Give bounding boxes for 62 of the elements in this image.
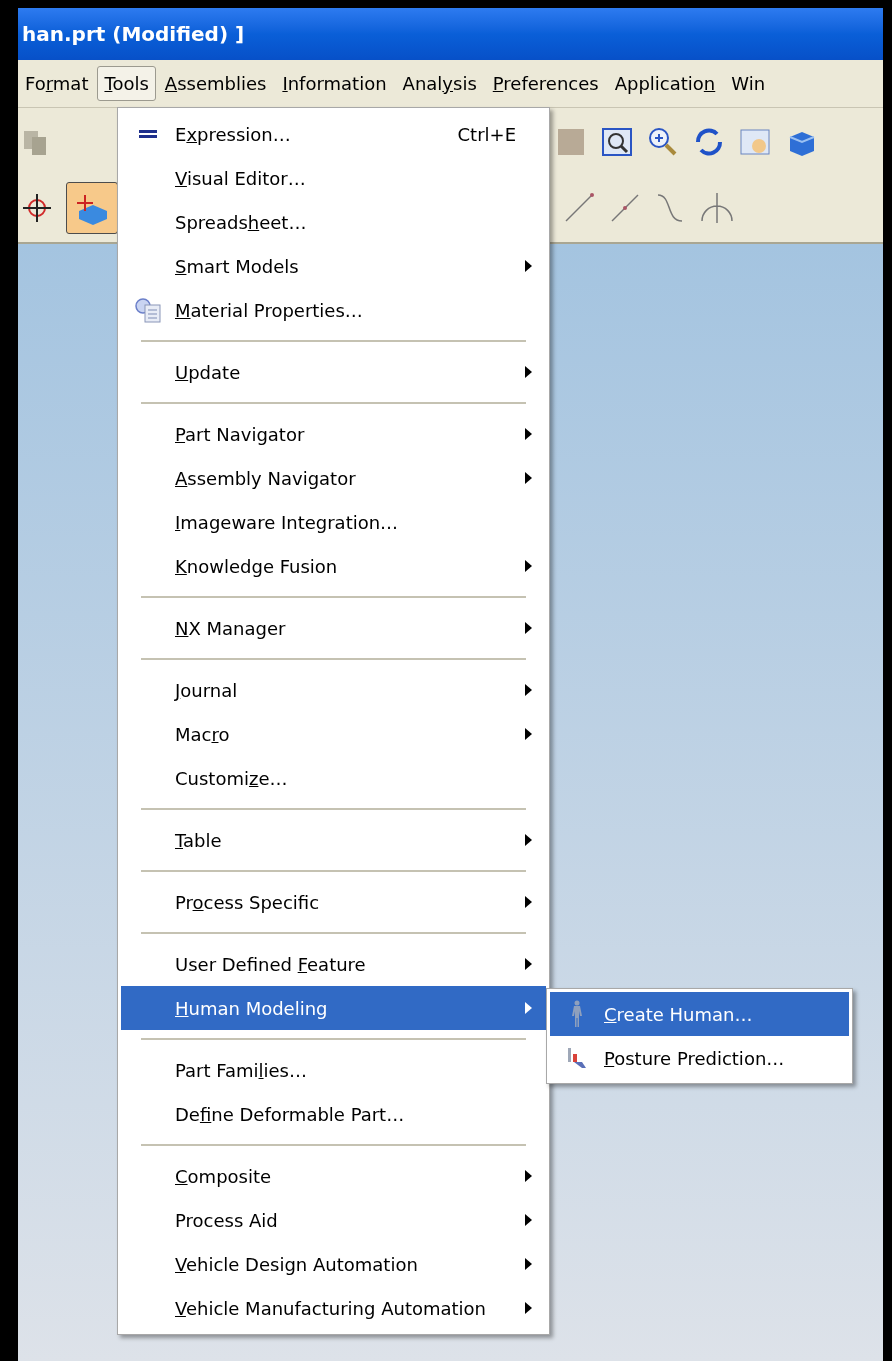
menu-item-label: Composite (175, 1164, 273, 1189)
menu-item-label: Process Specific (175, 890, 321, 915)
menu-item[interactable]: Posture Prediction… (550, 1036, 849, 1080)
menu-item-label: Update (175, 360, 242, 385)
menu-item-label: Material Properties… (175, 298, 364, 323)
menu-item-label: Macro (175, 722, 231, 747)
menu-item[interactable]: Part Families… (121, 1048, 546, 1092)
menu-item[interactable]: Imageware Integration… (121, 500, 546, 544)
menu-item[interactable]: User Defined Feature (121, 942, 546, 986)
menu-item[interactable]: Expression… Ctrl+E (121, 112, 546, 156)
menu-item[interactable]: NX Manager (121, 606, 546, 650)
menu-item-label: Vehicle Manufacturing Automation (175, 1296, 487, 1321)
menu-bar-item[interactable]: Preferences (485, 66, 606, 101)
menu-item[interactable]: Assembly Navigator (121, 456, 546, 500)
menu-item[interactable]: Vehicle Design Automation (121, 1242, 546, 1286)
menu-item-label: Assembly Navigator (175, 466, 357, 491)
menu-item-label: Vehicle Design Automation (175, 1252, 419, 1277)
menu-item-label: Posture Prediction… (604, 1046, 785, 1071)
menu-item-label: Human Modeling (175, 996, 329, 1021)
menu-item-label: User Defined Feature (175, 952, 367, 977)
menu-item[interactable]: Define Deformable Part… (121, 1092, 546, 1136)
menu-item[interactable]: Customize… (121, 756, 546, 800)
menu-item[interactable]: Part Navigator (121, 412, 546, 456)
menu-bar-item[interactable]: Information (275, 66, 394, 101)
menu-item-label: NX Manager (175, 616, 287, 641)
menu-item-label: Smart Models (175, 254, 300, 279)
menu-item[interactable]: Journal (121, 668, 546, 712)
menu-item-label: Imageware Integration… (175, 510, 400, 535)
menu-item[interactable]: Smart Models (121, 244, 546, 288)
menu-item-label: Customize… (175, 766, 289, 791)
menu-item[interactable]: Visual Editor… (121, 156, 546, 200)
menu-item[interactable]: Composite (121, 1154, 546, 1198)
menu-item[interactable]: Update (121, 350, 546, 394)
menu-item[interactable]: Macro (121, 712, 546, 756)
menu-item-label: Visual Editor… (175, 166, 307, 191)
menu-item[interactable]: Material Properties… (121, 288, 546, 332)
menu-item[interactable]: Spreadsheet… (121, 200, 546, 244)
menu-item-label: Journal (175, 678, 239, 703)
menu-item-label: Part Families… (175, 1058, 308, 1083)
menu-bar-item[interactable]: Assemblies (157, 66, 274, 101)
menu-item-label: Define Deformable Part… (175, 1102, 406, 1127)
menu-item-label: Table (175, 828, 223, 853)
menu-bar-item[interactable]: Tools (97, 66, 156, 101)
menu-bar-item[interactable]: Analysis (395, 66, 484, 101)
menu-item-label: Process Aid (175, 1208, 279, 1233)
menu-item[interactable]: Create Human… (550, 992, 849, 1036)
menu-bar-item[interactable]: Application (607, 66, 723, 101)
menu-item-label: Spreadsheet… (175, 210, 308, 235)
menu-item[interactable]: Human Modeling (121, 986, 546, 1030)
menu-item-label: Knowledge Fusion (175, 554, 339, 579)
menu-item-label: Expression… (175, 122, 292, 147)
menu-item[interactable]: Process Specific (121, 880, 546, 924)
menu-item[interactable]: Vehicle Manufacturing Automation (121, 1286, 546, 1330)
shortcut-label: Ctrl+E (457, 122, 516, 147)
menu-item-label: Create Human… (604, 1002, 753, 1027)
window-title: han.prt (Modified) ] (22, 21, 245, 48)
menu-item[interactable]: Table (121, 818, 546, 862)
menu-item-label: Part Navigator (175, 422, 306, 447)
menu-item[interactable]: Process Aid (121, 1198, 546, 1242)
menu-bar-item[interactable]: Format (18, 66, 96, 101)
menu-item[interactable]: Knowledge Fusion (121, 544, 546, 588)
menu-bar-item[interactable]: Win (724, 66, 773, 101)
